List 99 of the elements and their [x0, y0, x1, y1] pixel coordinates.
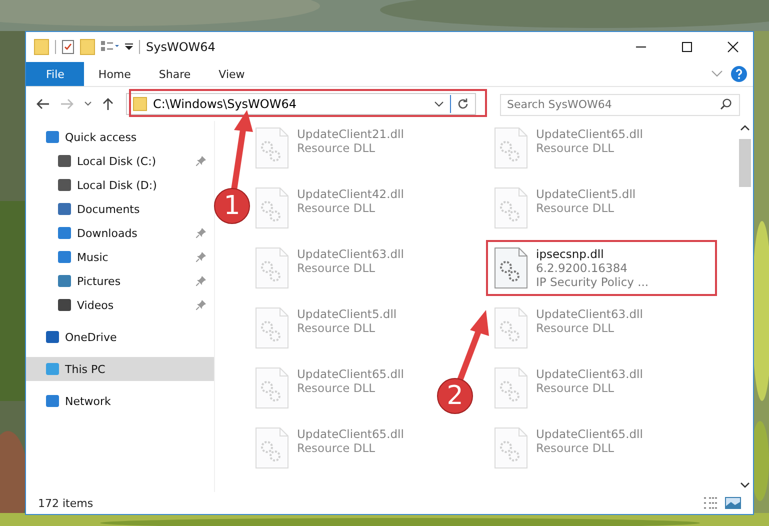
dll-file-icon — [255, 187, 289, 229]
sidebar-item[interactable]: OneDrive — [26, 325, 214, 349]
item-count: 172 items — [38, 496, 94, 510]
file-item[interactable]: UpdateClient65.dll Resource DLL — [251, 364, 408, 412]
file-name: UpdateClient65.dll — [536, 427, 643, 441]
file-name: UpdateClient65.dll — [536, 127, 643, 141]
file-item[interactable]: UpdateClient65.dll Resource DLL — [490, 124, 647, 172]
scroll-down-icon[interactable] — [740, 482, 750, 488]
file-name: UpdateClient21.dll — [297, 127, 404, 141]
file-name: UpdateClient63.dll — [536, 307, 643, 321]
expand-ribbon-icon[interactable] — [711, 70, 723, 78]
sidebar-item[interactable]: Videos — [26, 293, 214, 317]
file-item[interactable]: UpdateClient5.dll Resource DLL — [251, 304, 401, 352]
file-name: ipsecsnp.dll — [536, 247, 605, 261]
dll-file-icon — [255, 247, 289, 289]
sidebar-item[interactable]: Pictures — [26, 269, 214, 293]
nav-icon — [58, 275, 71, 287]
scrollbar-thumb[interactable] — [739, 139, 751, 187]
dll-file-icon — [494, 187, 528, 229]
nav-icon — [46, 331, 59, 343]
nav-icon — [46, 363, 59, 375]
ribbon-tab[interactable]: Share — [144, 62, 205, 86]
file-detail: Resource DLL — [536, 321, 616, 335]
details-view-icon[interactable] — [703, 496, 719, 510]
ribbon-tab[interactable]: Home — [84, 62, 145, 86]
file-item[interactable]: UpdateClient21.dll Resource DLL — [251, 124, 408, 172]
nav-icon — [46, 395, 59, 407]
sidebar-item[interactable]: This PC — [26, 357, 214, 381]
close-icon[interactable] — [727, 41, 739, 53]
file-item[interactable]: UpdateClient65.dll Resource DLL — [490, 424, 647, 472]
maximize-icon[interactable] — [681, 41, 693, 53]
file-name: UpdateClient5.dll — [536, 187, 636, 201]
dll-file-icon — [494, 247, 528, 289]
file-item[interactable]: ipsecsnp.dll 6.2.9200.16384 IP Security Policy ... — [486, 240, 717, 296]
sidebar-item[interactable]: Quick access — [26, 125, 214, 149]
file-name: UpdateClient65.dll — [297, 367, 404, 381]
file-detail: Resource DLL — [297, 381, 376, 395]
file-detail: Resource DLL — [297, 141, 376, 155]
dll-file-icon — [255, 427, 289, 469]
dll-file-icon — [255, 307, 289, 349]
dll-file-icon — [255, 367, 289, 409]
file-detail: Resource DLL — [536, 441, 616, 455]
file-item[interactable]: UpdateClient63.dll Resource DLL — [490, 304, 647, 352]
dll-file-icon — [494, 367, 528, 409]
properties-icon[interactable] — [62, 40, 74, 54]
file-detail: Resource DLL — [536, 381, 616, 395]
search-icon — [720, 98, 732, 110]
file-item[interactable]: UpdateClient63.dll Resource DLL — [251, 244, 408, 292]
help-icon[interactable] — [731, 66, 747, 82]
file-detail: Resource DLL — [297, 321, 376, 335]
sidebar-item[interactable]: Downloads — [26, 221, 214, 245]
file-name: UpdateClient42.dll — [297, 187, 404, 201]
file-item[interactable]: UpdateClient65.dll Resource DLL — [251, 424, 408, 472]
nav-icon — [58, 179, 71, 191]
dll-file-icon — [494, 307, 528, 349]
file-detail: Resource DLL — [536, 201, 616, 215]
file-name: UpdateClient63.dll — [297, 247, 404, 261]
file-item[interactable]: UpdateClient63.dll Resource DLL — [490, 364, 647, 412]
file-detail: 6.2.9200.16384 — [536, 261, 628, 275]
file-detail: Resource DLL — [297, 201, 376, 215]
nav-icon — [58, 251, 71, 263]
file-detail: Resource DLL — [536, 141, 616, 155]
dll-file-icon — [494, 127, 528, 169]
file-name: UpdateClient5.dll — [297, 307, 397, 321]
ribbon-tab[interactable]: View — [204, 62, 259, 86]
recent-locations-icon[interactable] — [84, 101, 92, 107]
nav-icon — [58, 155, 71, 167]
file-name: UpdateClient63.dll — [536, 367, 643, 381]
file-item[interactable]: UpdateClient42.dll Resource DLL — [251, 184, 408, 232]
nav-icon — [58, 227, 71, 239]
dll-file-icon — [494, 427, 528, 469]
view-options-icon[interactable] — [101, 41, 119, 53]
file-detail: Resource DLL — [297, 441, 376, 455]
refresh-icon[interactable] — [457, 98, 469, 110]
up-icon[interactable] — [102, 97, 114, 111]
back-icon[interactable] — [36, 98, 50, 110]
nav-icon — [58, 203, 71, 215]
file-name: UpdateClient65.dll — [297, 427, 404, 441]
nav-icon — [46, 131, 59, 143]
nav-icon — [58, 299, 71, 311]
sidebar-item[interactable]: Local Disk (C:) — [26, 149, 214, 173]
large-icons-view-icon[interactable] — [725, 496, 741, 510]
file-item[interactable]: UpdateClient5.dll Resource DLL — [490, 184, 640, 232]
window-title: SysWOW64 — [146, 40, 216, 54]
sidebar-item[interactable]: Local Disk (D:) — [26, 173, 214, 197]
file-detail: Resource DLL — [297, 261, 376, 275]
sidebar-item[interactable]: Music — [26, 245, 214, 269]
sidebar-item[interactable]: Network — [26, 389, 214, 413]
address-path: C:\Windows\SysWOW64 — [153, 97, 298, 111]
arrow — [457, 310, 489, 382]
dropdown-icon[interactable] — [434, 101, 444, 107]
sidebar-item[interactable]: Documents — [26, 197, 214, 221]
file-detail: IP Security Policy ... — [536, 275, 649, 289]
scroll-up-icon[interactable] — [740, 125, 750, 131]
search-field[interactable]: Search SysWOW64 — [500, 94, 740, 116]
folder-icon — [133, 97, 147, 111]
dll-file-icon — [255, 127, 289, 169]
customize-icon[interactable] — [125, 43, 133, 51]
ribbon-tab[interactable]: File — [26, 62, 84, 86]
